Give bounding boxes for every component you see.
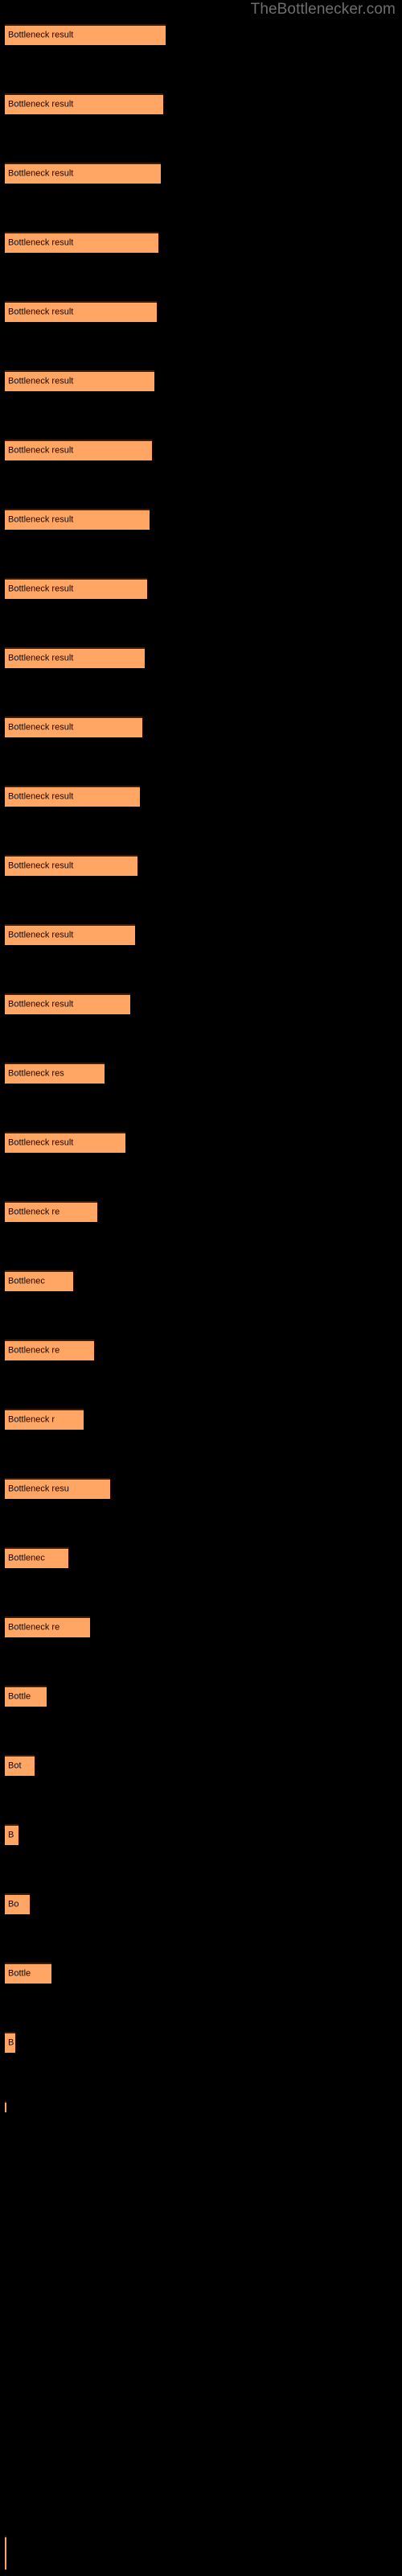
bar[interactable]: Bottlenec (5, 1270, 73, 1291)
bar[interactable]: B (5, 1824, 18, 1845)
legend-swatch (5, 2536, 6, 2570)
bar-label: Bottlenec (8, 1276, 45, 1286)
bar-label: Bottleneck result (8, 999, 74, 1009)
bar-label: Bottleneck r (8, 1414, 55, 1425)
bar[interactable]: Bottleneck result (5, 163, 161, 184)
bar[interactable]: Bo (5, 1893, 30, 1914)
bar-label: Bottleneck result (8, 1137, 74, 1148)
bar-label: Bottleneck resu (8, 1484, 69, 1494)
bar-label: Bottleneck res (8, 1068, 64, 1079)
bar[interactable]: Bottleneck result (5, 924, 135, 945)
bar-label: Bot (8, 1761, 22, 1771)
bar[interactable]: Bottleneck re (5, 1201, 97, 1222)
bar[interactable]: Bottleneck resu (5, 1478, 110, 1499)
bar[interactable]: Bottleneck result (5, 93, 163, 114)
bar[interactable]: Bottleneck result (5, 24, 166, 45)
bar-label: Bottleneck result (8, 30, 74, 40)
bar-label: B (8, 1830, 14, 1840)
bar-label: Bottleneck result (8, 514, 74, 525)
bar-label: Bottleneck re (8, 1345, 60, 1356)
bar-label: Bottleneck re (8, 1207, 60, 1217)
bar[interactable]: Bottleneck r (5, 1409, 84, 1430)
bar-label: Bottleneck result (8, 99, 74, 109)
bar[interactable]: Bottleneck result (5, 440, 152, 460)
bar-label: Bottleneck result (8, 445, 74, 456)
bar[interactable]: Bottleneck re (5, 1616, 90, 1637)
bar[interactable]: Bottle (5, 1963, 51, 1984)
bar-label: Bottleneck result (8, 237, 74, 248)
bar[interactable]: Bottleneck result (5, 1132, 125, 1153)
bar[interactable]: Bottleneck result (5, 647, 145, 668)
bar-label: Bottleneck re (8, 1622, 60, 1633)
bar[interactable]: Bottleneck result (5, 232, 158, 253)
bars-area: Bottleneck result Bottleneck result Bottle… (0, 0, 402, 2576)
bar-label: Bottleneck result (8, 653, 74, 663)
bar-label: B (8, 2037, 14, 2048)
bar[interactable]: Bottleneck result (5, 993, 130, 1014)
bar-label: Bottle (8, 1691, 31, 1702)
bar[interactable]: Bottleneck re (5, 1340, 94, 1360)
bar-label: Bottlenec (8, 1553, 45, 1563)
bar[interactable]: Bottleneck result (5, 578, 147, 599)
bar[interactable]: Bottle (5, 1686, 47, 1707)
bar-label: Bottleneck result (8, 930, 74, 940)
bar[interactable]: Bottleneck result (5, 855, 137, 876)
bar-label: Bottleneck result (8, 168, 74, 179)
bar-label: Bottle (8, 1968, 31, 1979)
bar[interactable]: Bottlenec (5, 1547, 68, 1568)
bar[interactable]: Bottleneck res (5, 1063, 105, 1084)
bar[interactable]: Bottleneck result (5, 301, 157, 322)
bar-label: Bottleneck result (8, 791, 74, 802)
bar-label: Bottleneck result (8, 584, 74, 594)
bar[interactable] (5, 2101, 6, 2112)
bar-label: Bottleneck result (8, 722, 74, 733)
bar-label: Bottleneck result (8, 861, 74, 871)
bottleneck-bar-chart: TheBottlenecker.com Bottleneck result Bot… (0, 0, 402, 2576)
bar-label: Bottleneck result (8, 376, 74, 386)
bar[interactable]: B (5, 2032, 15, 2053)
bar[interactable]: Bottleneck result (5, 716, 142, 737)
bar[interactable]: Bottleneck result (5, 509, 150, 530)
bar-label: Bottleneck result (8, 307, 74, 317)
bar[interactable]: Bottleneck result (5, 370, 154, 391)
bar[interactable]: Bottleneck result (5, 786, 140, 807)
bar[interactable]: Bot (5, 1755, 35, 1776)
bar-label: Bo (8, 1899, 19, 1909)
